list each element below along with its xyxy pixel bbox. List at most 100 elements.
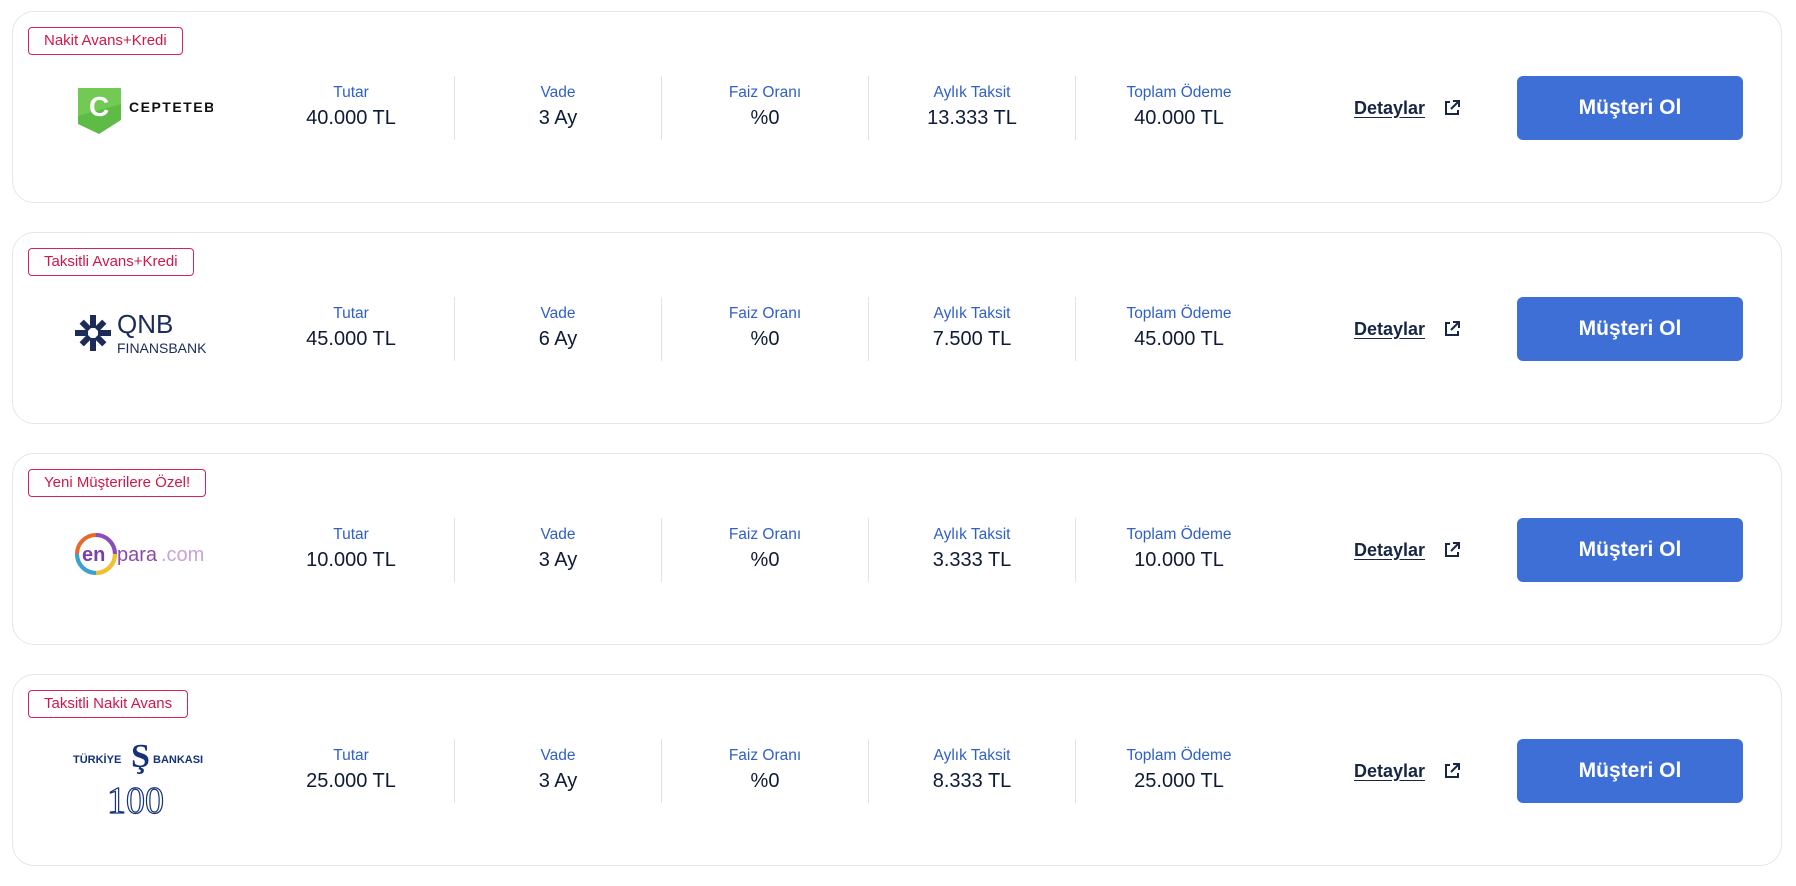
- total-value: 45.000 TL: [1134, 328, 1224, 350]
- enpara-logo: en para .com: [73, 524, 213, 584]
- offer-badge: Taksitli Avans+Kredi: [28, 248, 194, 276]
- total-label: Toplam Ödeme: [1126, 747, 1232, 764]
- logo-text: TÜRKİYE: [73, 753, 121, 766]
- term-label: Vade: [540, 747, 576, 764]
- become-customer-button[interactable]: Müşteri Ol: [1517, 518, 1743, 582]
- logo-text: CEPTETEB: [129, 99, 213, 115]
- become-customer-button[interactable]: Müşteri Ol: [1517, 739, 1743, 803]
- svg-text:C: C: [89, 91, 109, 122]
- rate-label: Faiz Oranı: [728, 747, 802, 764]
- term-value: 3 Ay: [538, 770, 578, 792]
- total-label: Toplam Ödeme: [1126, 305, 1232, 322]
- total-label: Toplam Ödeme: [1126, 84, 1232, 101]
- logo-domain: .com: [161, 544, 204, 566]
- term-label: Vade: [540, 526, 576, 543]
- total-column: Toplam Ödeme 25.000 TL: [1076, 739, 1282, 803]
- amount-value: 25.000 TL: [306, 770, 396, 792]
- term-value: 3 Ay: [538, 107, 578, 129]
- rate-column: Faiz Oranı %0: [662, 297, 869, 361]
- amount-value: 40.000 TL: [306, 107, 396, 129]
- logo-subtext: FINANSBANK: [117, 340, 207, 356]
- total-column: Toplam Ödeme 10.000 TL: [1076, 518, 1282, 582]
- monthly-column: Aylık Taksit 7.500 TL: [869, 297, 1076, 361]
- details-link-label[interactable]: Detaylar: [1354, 319, 1425, 340]
- rate-column: Faiz Oranı %0: [662, 518, 869, 582]
- become-customer-button[interactable]: Müşteri Ol: [1517, 297, 1743, 361]
- details-link-label[interactable]: Detaylar: [1354, 98, 1425, 119]
- total-value: 40.000 TL: [1134, 107, 1224, 129]
- rate-label: Faiz Oranı: [728, 84, 802, 101]
- external-link-icon[interactable]: [1443, 541, 1461, 559]
- monthly-column: Aylık Taksit 3.333 TL: [869, 518, 1076, 582]
- rate-value: %0: [750, 107, 780, 129]
- amount-label: Tutar: [333, 747, 369, 764]
- external-link-icon[interactable]: [1443, 320, 1461, 338]
- monthly-label: Aylık Taksit: [933, 747, 1011, 764]
- details-link-label[interactable]: Detaylar: [1354, 761, 1425, 782]
- amount-column: Tutar 10.000 TL: [248, 518, 455, 582]
- term-column: Vade 6 Ay: [455, 297, 662, 361]
- amount-label: Tutar: [333, 84, 369, 101]
- details-link-label[interactable]: Detaylar: [1354, 540, 1425, 561]
- details-link[interactable]: Detaylar: [1354, 536, 1461, 564]
- cepteteb-logo: C CEPTETEB: [73, 82, 214, 142]
- term-label: Vade: [540, 84, 576, 101]
- amount-label: Tutar: [333, 305, 369, 322]
- amount-column: Tutar 45.000 TL: [248, 297, 455, 361]
- amount-label: Tutar: [333, 526, 369, 543]
- amount-column: Tutar 25.000 TL: [248, 739, 455, 803]
- logo-subtext: BANKASI: [153, 754, 203, 766]
- offer-card: Nakit Avans+Kredi C CEPTETEB Tutar 40.00…: [12, 11, 1782, 203]
- total-column: Toplam Ödeme 45.000 TL: [1076, 297, 1282, 361]
- term-value: 3 Ay: [538, 549, 578, 571]
- rate-label: Faiz Oranı: [728, 305, 802, 322]
- monthly-value: 3.333 TL: [932, 549, 1012, 571]
- term-column: Vade 3 Ay: [455, 739, 662, 803]
- external-link-icon[interactable]: [1443, 99, 1461, 117]
- monthly-label: Aylık Taksit: [933, 84, 1011, 101]
- offer-badge: Nakit Avans+Kredi: [28, 27, 183, 55]
- turkiye-is-bankasi-logo: TÜRKİYE Ş BANKASI 100: [73, 738, 213, 823]
- rate-column: Faiz Oranı %0: [662, 76, 869, 140]
- external-link-icon[interactable]: [1443, 762, 1461, 780]
- svg-text:Ş: Ş: [131, 739, 150, 775]
- term-column: Vade 3 Ay: [455, 518, 662, 582]
- details-link[interactable]: Detaylar: [1354, 315, 1461, 343]
- term-label: Vade: [540, 305, 576, 322]
- total-value: 25.000 TL: [1134, 770, 1224, 792]
- loan-offer-list: Nakit Avans+Kredi C CEPTETEB Tutar 40.00…: [0, 0, 1796, 886]
- become-customer-button[interactable]: Müşteri Ol: [1517, 76, 1743, 140]
- details-link[interactable]: Detaylar: [1354, 757, 1461, 785]
- monthly-label: Aylık Taksit: [933, 305, 1011, 322]
- monthly-label: Aylık Taksit: [933, 526, 1011, 543]
- logo-subtext: para: [117, 544, 158, 566]
- term-column: Vade 3 Ay: [455, 76, 662, 140]
- logo-text: QNB: [117, 309, 173, 339]
- amount-column: Tutar 40.000 TL: [248, 76, 455, 140]
- rate-value: %0: [750, 328, 780, 350]
- rate-value: %0: [750, 770, 780, 792]
- monthly-column: Aylık Taksit 13.333 TL: [869, 76, 1076, 140]
- offer-card: Taksitli Nakit Avans TÜRKİYE Ş BANKASI 1…: [12, 674, 1782, 866]
- monthly-value: 7.500 TL: [932, 328, 1012, 350]
- monthly-column: Aylık Taksit 8.333 TL: [869, 739, 1076, 803]
- monthly-value: 8.333 TL: [932, 770, 1012, 792]
- logo-text: en: [82, 544, 105, 566]
- offer-badge: Yeni Müşterilere Özel!: [28, 469, 207, 497]
- rate-label: Faiz Oranı: [728, 526, 802, 543]
- offer-badge: Taksitli Nakit Avans: [28, 690, 189, 718]
- amount-value: 10.000 TL: [306, 549, 396, 571]
- logo-centennial: 100: [107, 780, 164, 819]
- total-value: 10.000 TL: [1134, 549, 1224, 571]
- qnb-finansbank-logo: QNB FINANSBANK: [73, 303, 213, 363]
- offer-card: Taksitli Avans+Kredi QNB FINANSBANK Tuta…: [12, 232, 1782, 424]
- offer-card: Yeni Müşterilere Özel! en para .com Tuta…: [12, 453, 1782, 645]
- monthly-value: 13.333 TL: [927, 107, 1017, 129]
- total-label: Toplam Ödeme: [1126, 526, 1232, 543]
- rate-column: Faiz Oranı %0: [662, 739, 869, 803]
- details-link[interactable]: Detaylar: [1354, 94, 1461, 122]
- term-value: 6 Ay: [538, 328, 578, 350]
- rate-value: %0: [750, 549, 780, 571]
- total-column: Toplam Ödeme 40.000 TL: [1076, 76, 1282, 140]
- amount-value: 45.000 TL: [306, 328, 396, 350]
